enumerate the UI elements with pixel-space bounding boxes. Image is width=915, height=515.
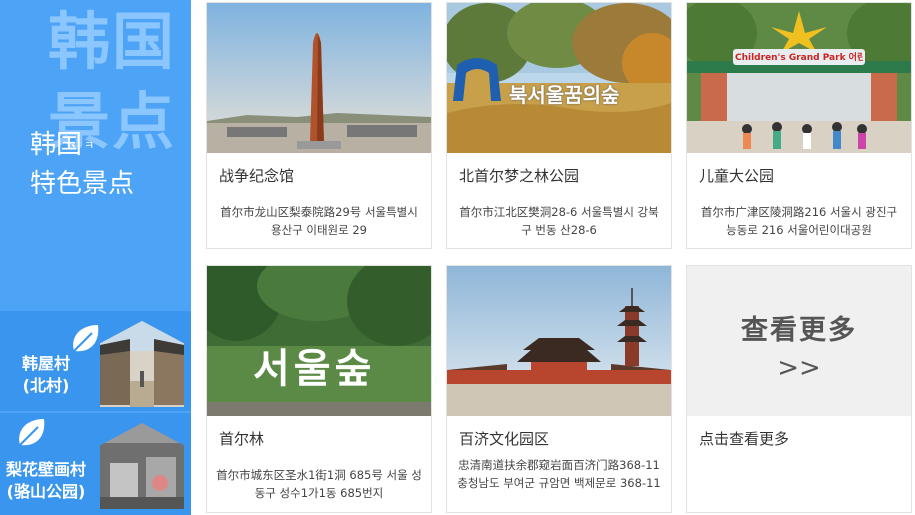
war-memorial-photo	[207, 3, 431, 153]
leaf-icon	[12, 413, 52, 460]
attraction-name: 儿童大公园	[699, 167, 775, 185]
view-more-banner[interactable]: 查看更多 >>	[687, 266, 911, 416]
double-chevron-right-icon: >>	[777, 353, 821, 383]
view-more-card[interactable]: 查看更多 >> 点击查看更多	[686, 265, 912, 513]
attraction-card-dream-forest[interactable]: 북서울꿈의숲 北首尔梦之林公园 首尔市江北区樊洞28-6 서울특별시 강북구 번…	[446, 2, 672, 249]
attraction-name: 北首尔梦之林公园	[459, 167, 580, 185]
attraction-address: 忠清南道扶余郡窥岩面百济门路368-11 충청남도 부여군 규암면 백제문로 3…	[457, 458, 661, 490]
sidebar-card-label: 韩屋村 (北村)	[21, 354, 70, 395]
attraction-card-seoul-forest[interactable]: 서울숲 首尔林 首尔市城东区圣水1街1洞 685号 서울 성동구 성수1가1동 …	[206, 265, 432, 513]
attraction-address: 首尔市城东区圣水1街1洞 685号 서울 성동구 성수1가1동 685번지	[216, 468, 422, 500]
attraction-card-childrens-park[interactable]: Children's Grand Park 어린이대공원 儿童大公园 首尔市广津…	[686, 2, 912, 249]
attraction-address: 首尔市江北区樊洞28-6 서울특별시 강북구 번동 산28-6	[459, 205, 659, 237]
attraction-card-war-memorial[interactable]: 战争纪念馆 首尔市龙山区梨泰院路29号 서울특별시 용산구 이태원로 29	[206, 2, 432, 249]
subtitle-line1: 韩国	[30, 130, 83, 160]
view-more-title: 查看更多	[741, 315, 857, 346]
seoul-forest-sign: 서울숲	[253, 346, 376, 392]
baekje-photo	[447, 266, 671, 416]
sidebar-subtitle[interactable]: 韩国ㅋ 特色景点	[30, 126, 134, 203]
childrens-park-photo: Children's Grand Park 어린이대공원	[687, 3, 911, 153]
hanok-thumbnail	[100, 321, 184, 407]
childrens-park-sign: Children's Grand Park 어린이대공원	[735, 53, 863, 63]
attraction-card-baekje[interactable]: 百济文化园区 忠清南道扶余郡窥岩面百济门路368-11 충청남도 부여군 규암면…	[446, 265, 672, 513]
sidebar-card-hanok[interactable]: 韩屋村 (北村)	[0, 311, 191, 411]
attraction-address: 首尔市龙山区梨泰院路29号 서울특별시 용산구 이태원로 29	[220, 205, 418, 237]
seoul-forest-photo: 서울숲	[207, 266, 431, 416]
attraction-name: 百济文化园区	[459, 430, 550, 448]
attraction-address: 首尔市广津区陵洞路216 서울시 광진구 능동로 216 서울어린이대공원	[700, 205, 898, 237]
sidebar-card-ihwa[interactable]: 梨花壁画村 (骆山公园)	[0, 413, 191, 515]
subtitle-line2: 特色景点	[30, 168, 135, 199]
dream-forest-sign: 북서울꿈의숲	[509, 83, 620, 107]
attraction-name: 战争纪念馆	[219, 167, 295, 185]
dream-forest-photo: 북서울꿈의숲	[447, 3, 671, 153]
ihwa-thumbnail	[100, 423, 184, 509]
attraction-name: 首尔林	[219, 430, 265, 448]
sidebar-card-label: 梨花壁画村 (骆山公园)	[5, 460, 86, 501]
view-more-link[interactable]: 点击查看更多	[687, 416, 911, 461]
subtitle-mark: ㅋ	[84, 138, 95, 152]
